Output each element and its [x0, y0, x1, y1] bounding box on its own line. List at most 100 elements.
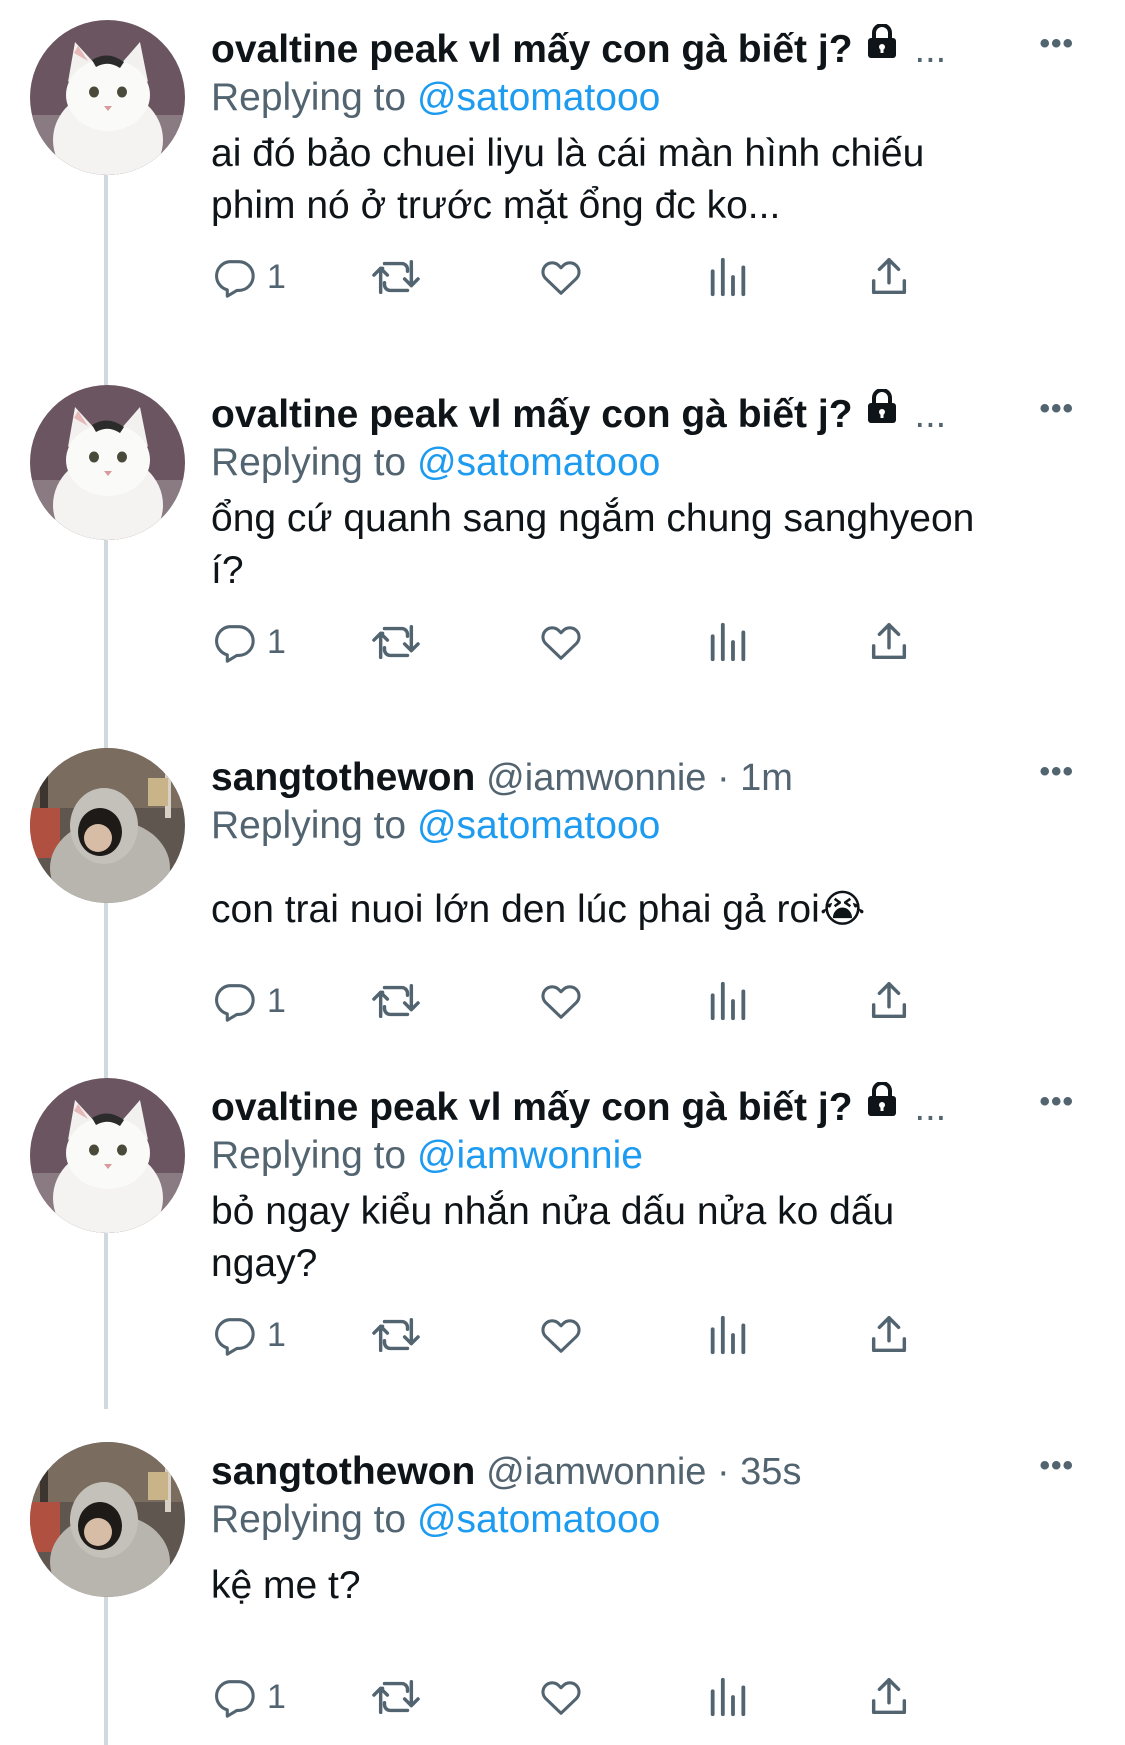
tweet-header: ovaltine peak vl mấy con gà biết j?... [211, 24, 1041, 76]
replying-to-handle[interactable]: @satomatooo [417, 804, 660, 847]
analytics-icon [710, 1315, 746, 1355]
heart-icon [541, 1681, 581, 1715]
display-name[interactable]: sangtothewon [211, 756, 475, 799]
retweet-button[interactable] [371, 619, 421, 665]
like-button[interactable] [538, 1312, 584, 1358]
more-options-icon[interactable]: ••• [1039, 394, 1074, 424]
retweet-button[interactable] [371, 254, 421, 300]
analytics-icon [710, 622, 746, 662]
avatar[interactable] [30, 385, 185, 540]
replying-to: Replying to @iamwonnie [211, 1130, 643, 1182]
share-button[interactable] [866, 254, 912, 300]
analytics-icon [710, 1677, 746, 1717]
retweet-icon [372, 259, 420, 295]
heart-icon [541, 261, 581, 295]
replying-to-label: Replying to [211, 76, 417, 119]
tweet-actions: 1 [211, 254, 1011, 304]
tweet[interactable]: ovaltine peak vl mấy con gà biết j?... •… [0, 20, 1125, 350]
person-avatar-image [30, 748, 185, 903]
retweet-icon [372, 1317, 420, 1353]
share-button[interactable] [866, 619, 912, 665]
replying-to-label: Replying to [211, 1134, 417, 1177]
retweet-button[interactable] [371, 1674, 421, 1720]
like-button[interactable] [538, 978, 584, 1024]
like-button[interactable] [538, 254, 584, 300]
retweet-button[interactable] [371, 978, 421, 1024]
tweet-text: ai đó bảo chuei liyu là cái màn hình chi… [211, 132, 925, 227]
tweet-text: ổng cứ quanh sang ngắm chung sanghyeon í… [211, 497, 975, 592]
reply-icon [215, 984, 255, 1022]
like-button[interactable] [538, 619, 584, 665]
tweet[interactable]: sangtothewon @iamwonnie · 35s ••• Replyi… [0, 1442, 1125, 1745]
display-name[interactable]: ovaltine peak vl mấy con gà biết j? [211, 1086, 853, 1129]
replying-to-handle[interactable]: @satomatooo [417, 441, 660, 484]
reply-button[interactable]: 1 [211, 1312, 286, 1358]
tweet-text: kệ me t? [211, 1564, 361, 1607]
lock-icon [865, 24, 899, 73]
tweet[interactable]: ovaltine peak vl mấy con gà biết j?... •… [0, 1078, 1125, 1408]
heart-icon [541, 985, 581, 1019]
reply-button[interactable]: 1 [211, 1674, 286, 1720]
analytics-button[interactable] [705, 254, 751, 300]
retweet-button[interactable] [371, 1312, 421, 1358]
share-button[interactable] [866, 1674, 912, 1720]
share-icon [871, 258, 907, 295]
timestamp[interactable]: · 1m [706, 757, 793, 799]
replying-to-handle[interactable]: @iamwonnie [417, 1134, 643, 1177]
retweet-icon [372, 983, 420, 1019]
tweet-header: sangtothewon @iamwonnie · 35s [211, 1446, 1041, 1498]
tweet-text: bỏ ngay kiểu nhắn nửa dấu nửa ko dấu nga… [211, 1190, 895, 1285]
more-options-icon[interactable]: ••• [1039, 1451, 1074, 1481]
lock-icon [865, 1082, 899, 1131]
share-icon [871, 623, 907, 660]
timestamp[interactable]: · 35s [706, 1451, 802, 1493]
reply-button[interactable]: 1 [211, 619, 286, 665]
tweet[interactable]: sangtothewon @iamwonnie · 1m ••• Replyin… [0, 748, 1125, 1048]
cat-avatar-image [30, 20, 185, 175]
tweet-header: sangtothewon @iamwonnie · 1m [211, 752, 1041, 804]
reply-button[interactable]: 1 [211, 254, 286, 300]
person-avatar-image [30, 1442, 185, 1597]
analytics-button[interactable] [705, 978, 751, 1024]
retweet-icon [372, 624, 420, 660]
truncation-ellipsis: ... [914, 29, 947, 71]
user-handle[interactable]: @iamwonnie [486, 1451, 706, 1493]
replying-to: Replying to @satomatooo [211, 1494, 660, 1546]
tweet[interactable]: ovaltine peak vl mấy con gà biết j?... •… [0, 385, 1125, 715]
analytics-button[interactable] [705, 619, 751, 665]
avatar[interactable] [30, 20, 185, 175]
reply-count: 1 [267, 1315, 286, 1354]
display-name[interactable]: ovaltine peak vl mấy con gà biết j? [211, 28, 853, 71]
reply-icon [215, 1680, 255, 1718]
display-name[interactable]: ovaltine peak vl mấy con gà biết j? [211, 393, 853, 436]
cat-avatar-image [30, 385, 185, 540]
replying-to: Replying to @satomatooo [211, 72, 660, 124]
avatar[interactable] [30, 748, 185, 903]
analytics-button[interactable] [705, 1674, 751, 1720]
replying-to-label: Replying to [211, 441, 417, 484]
reply-button[interactable]: 1 [211, 978, 286, 1024]
replying-to: Replying to @satomatooo [211, 437, 660, 489]
truncation-ellipsis: ... [914, 394, 947, 436]
analytics-button[interactable] [705, 1312, 751, 1358]
tweet-actions: 1 [211, 978, 1011, 1028]
avatar[interactable] [30, 1442, 185, 1597]
replying-to-label: Replying to [211, 1498, 417, 1541]
avatar[interactable] [30, 1078, 185, 1233]
reply-icon [215, 625, 255, 663]
more-options-icon[interactable]: ••• [1039, 29, 1074, 59]
more-options-icon[interactable]: ••• [1039, 1087, 1074, 1117]
lock-icon [865, 389, 899, 438]
share-icon [871, 1316, 907, 1353]
heart-icon [541, 626, 581, 660]
display-name[interactable]: sangtothewon [211, 1450, 475, 1493]
replying-to-handle[interactable]: @satomatooo [417, 76, 660, 119]
analytics-icon [710, 981, 746, 1021]
share-button[interactable] [866, 978, 912, 1024]
replying-to-handle[interactable]: @satomatooo [417, 1498, 660, 1541]
share-button[interactable] [866, 1312, 912, 1358]
like-button[interactable] [538, 1674, 584, 1720]
user-handle[interactable]: @iamwonnie [486, 757, 706, 799]
reply-icon [215, 1318, 255, 1356]
more-options-icon[interactable]: ••• [1039, 757, 1074, 787]
